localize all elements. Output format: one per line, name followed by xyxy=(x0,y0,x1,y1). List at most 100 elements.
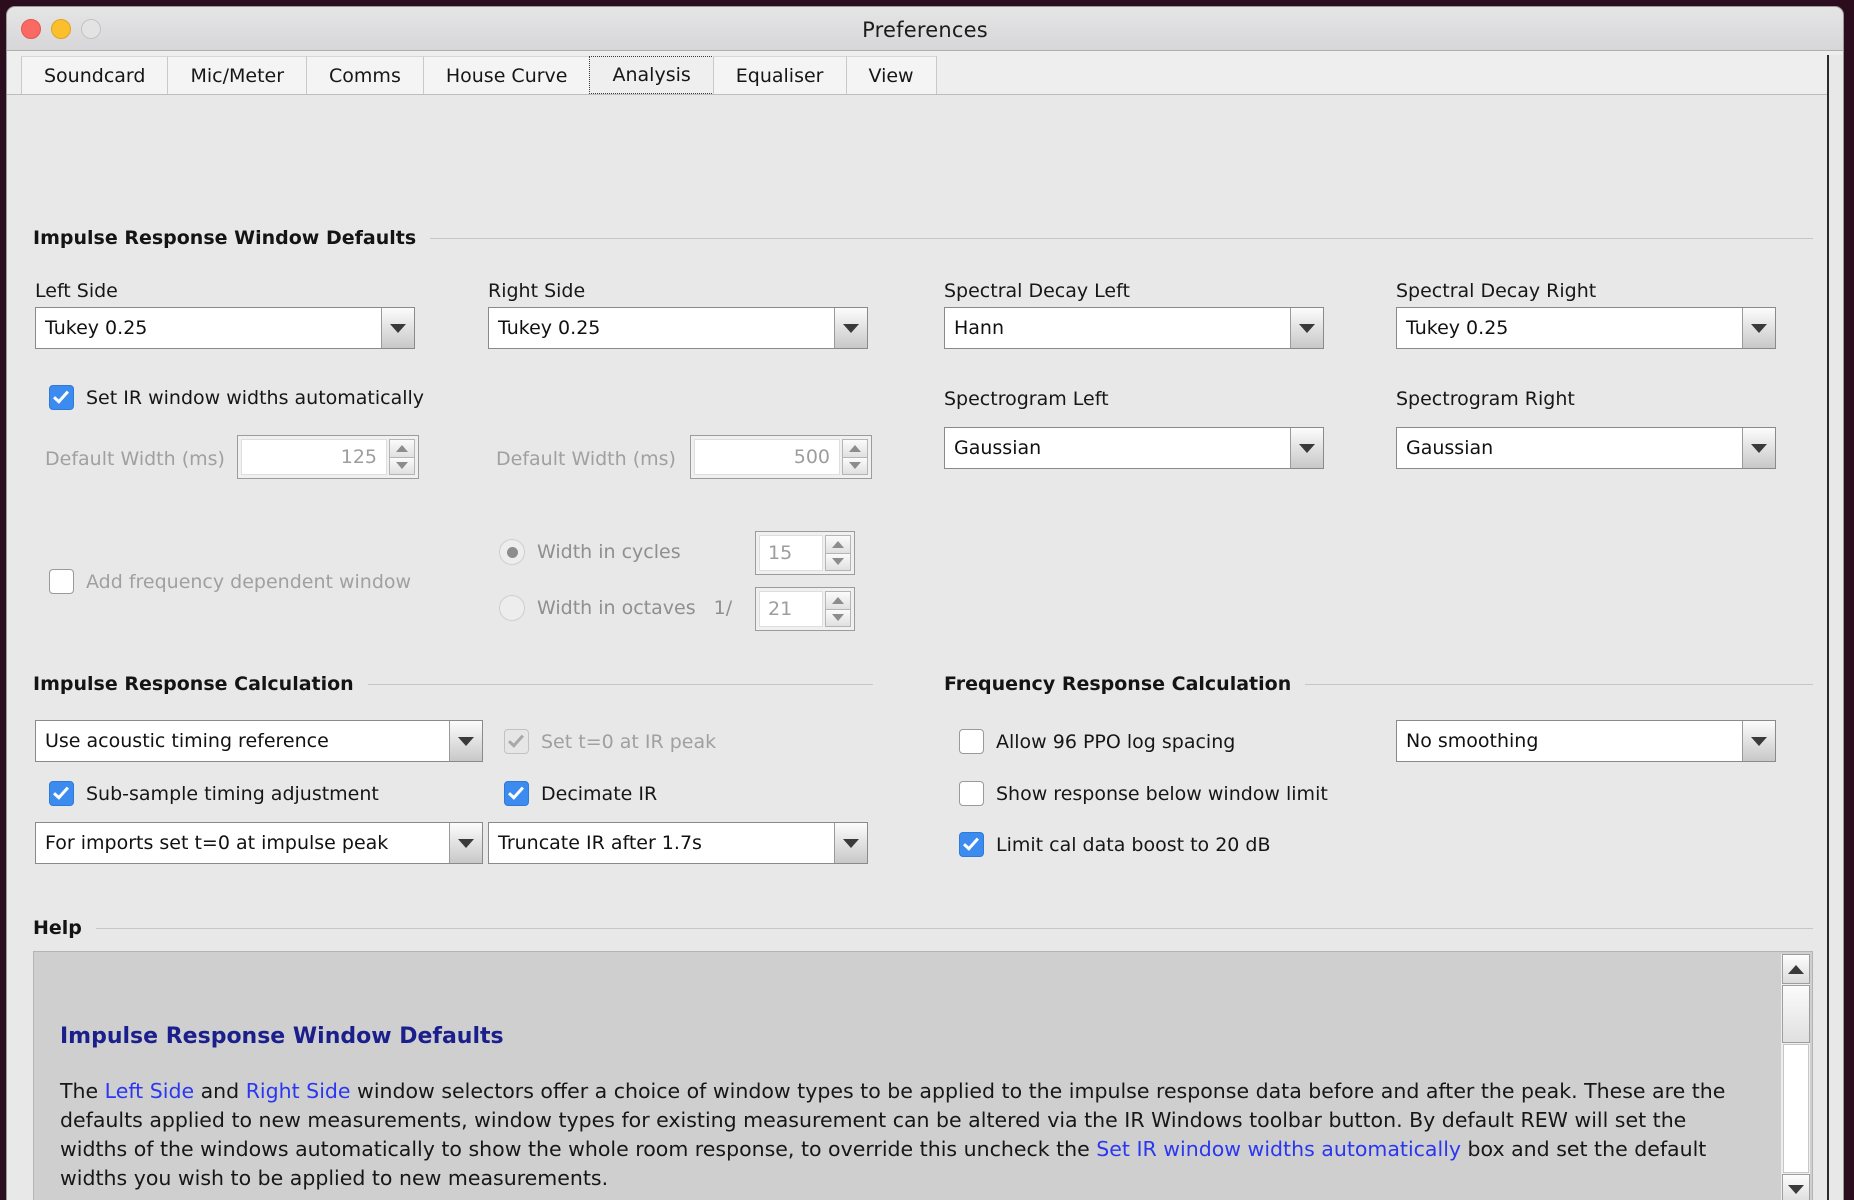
label-spectrogram-right: Spectrogram Right xyxy=(1396,388,1575,410)
radio-label: Width in octaves xyxy=(537,597,696,619)
chevron-down-icon[interactable] xyxy=(1290,308,1323,348)
section-ir-window-defaults: Impulse Response Window Defaults xyxy=(33,227,1813,249)
allow-96-ppo-checkbox[interactable]: Allow 96 PPO log spacing xyxy=(959,729,1235,754)
spectral-decay-right-value: Tukey 0.25 xyxy=(1397,317,1742,339)
stepper-down-icon[interactable] xyxy=(825,609,851,628)
help-link-right-side[interactable]: Right Side xyxy=(246,1079,351,1103)
stepper-buttons[interactable] xyxy=(825,591,851,627)
scrollbar-thumb[interactable] xyxy=(1782,985,1810,1043)
checkbox-unchecked-icon xyxy=(959,729,984,754)
set-ir-window-widths-automatically-checkbox[interactable]: Set IR window widths automatically xyxy=(49,385,424,410)
right-default-width-stepper[interactable]: 500 xyxy=(690,435,872,479)
section-ir-calculation: Impulse Response Calculation xyxy=(33,673,873,695)
divider xyxy=(368,684,873,685)
width-in-cycles-value[interactable]: 15 xyxy=(759,535,823,571)
stepper-buttons[interactable] xyxy=(389,439,415,475)
chevron-down-icon[interactable] xyxy=(1290,428,1323,468)
left-default-width-value[interactable]: 125 xyxy=(241,439,387,475)
stepper-buttons[interactable] xyxy=(825,535,851,571)
imports-t0-value: For imports set t=0 at impulse peak xyxy=(36,832,449,854)
checkbox-checked-disabled-icon xyxy=(504,729,529,754)
chevron-down-icon[interactable] xyxy=(381,308,414,348)
checkbox-label: Set IR window widths automatically xyxy=(86,387,424,409)
checkbox-label: Allow 96 PPO log spacing xyxy=(996,731,1235,753)
title-bar: Preferences xyxy=(7,7,1843,51)
limit-cal-data-boost-checkbox[interactable]: Limit cal data boost to 20 dB xyxy=(959,832,1271,857)
tab-equaliser[interactable]: Equaliser xyxy=(713,56,847,94)
help-link-left-side[interactable]: Left Side xyxy=(105,1079,194,1103)
chevron-down-icon[interactable] xyxy=(449,823,482,863)
chevron-down-icon[interactable] xyxy=(449,721,482,761)
stepper-down-icon[interactable] xyxy=(825,553,851,572)
preferences-window: Preferences Soundcard Mic/Meter Comms Ho… xyxy=(6,6,1844,1200)
width-in-cycles-radio[interactable]: Width in cycles xyxy=(499,539,681,565)
checkbox-label: Limit cal data boost to 20 dB xyxy=(996,834,1271,856)
show-response-below-window-limit-checkbox[interactable]: Show response below window limit xyxy=(959,781,1328,806)
spectrogram-left-combo[interactable]: Gaussian xyxy=(944,427,1324,469)
width-in-octaves-stepper[interactable]: 21 xyxy=(755,587,855,631)
width-in-octaves-value[interactable]: 21 xyxy=(759,591,823,627)
section-help: Help xyxy=(33,917,1813,939)
spectral-decay-left-combo[interactable]: Hann xyxy=(944,307,1324,349)
truncate-ir-value: Truncate IR after 1.7s xyxy=(489,832,834,854)
left-side-window-combo[interactable]: Tukey 0.25 xyxy=(35,307,415,349)
decimate-ir-checkbox[interactable]: Decimate IR xyxy=(504,781,657,806)
truncate-ir-combo[interactable]: Truncate IR after 1.7s xyxy=(488,822,868,864)
chevron-down-icon[interactable] xyxy=(1742,721,1775,761)
help-panel: Impulse Response Window Defaults The Lef… xyxy=(33,951,1813,1200)
tab-analysis[interactable]: Analysis xyxy=(589,56,713,94)
divider xyxy=(430,238,1813,239)
timing-reference-value: Use acoustic timing reference xyxy=(36,730,449,752)
tab-soundcard[interactable]: Soundcard xyxy=(21,56,168,94)
timing-reference-combo[interactable]: Use acoustic timing reference xyxy=(35,720,483,762)
width-in-octaves-radio[interactable]: Width in octaves 1/ xyxy=(499,595,732,621)
tab-comms[interactable]: Comms xyxy=(306,56,424,94)
smoothing-value: No smoothing xyxy=(1397,730,1742,752)
checkbox-label: Set t=0 at IR peak xyxy=(541,731,716,753)
stepper-down-icon[interactable] xyxy=(842,457,868,476)
add-frequency-dependent-window-checkbox[interactable]: Add frequency dependent window xyxy=(49,569,411,594)
chevron-down-icon[interactable] xyxy=(834,308,867,348)
scrollbar-track[interactable] xyxy=(1783,1044,1809,1173)
stepper-up-icon[interactable] xyxy=(825,591,851,609)
spectral-decay-right-combo[interactable]: Tukey 0.25 xyxy=(1396,307,1776,349)
checkbox-checked-icon xyxy=(959,832,984,857)
smoothing-combo[interactable]: No smoothing xyxy=(1396,720,1776,762)
width-in-cycles-stepper[interactable]: 15 xyxy=(755,531,855,575)
scroll-up-icon[interactable] xyxy=(1782,954,1810,984)
label-right-side: Right Side xyxy=(488,280,585,302)
checkbox-label: Sub-sample timing adjustment xyxy=(86,783,379,805)
section-title: Frequency Response Calculation xyxy=(944,673,1291,695)
divider xyxy=(1305,684,1813,685)
help-link-set-ir-window-widths-automatically[interactable]: Set IR window widths automatically xyxy=(1096,1137,1461,1161)
radio-unselected-icon xyxy=(499,595,525,621)
help-vertical-scrollbar[interactable] xyxy=(1780,954,1810,1200)
chevron-down-icon[interactable] xyxy=(834,823,867,863)
tab-view[interactable]: View xyxy=(846,56,937,94)
left-default-width-stepper[interactable]: 125 xyxy=(237,435,419,479)
help-text: The xyxy=(60,1079,105,1103)
stepper-up-icon[interactable] xyxy=(842,439,868,457)
stepper-buttons[interactable] xyxy=(842,439,868,475)
sub-sample-timing-adjustment-checkbox[interactable]: Sub-sample timing adjustment xyxy=(49,781,379,806)
left-side-window-value: Tukey 0.25 xyxy=(36,317,381,339)
tab-mic-meter[interactable]: Mic/Meter xyxy=(167,56,307,94)
section-title: Help xyxy=(33,917,82,939)
right-side-window-combo[interactable]: Tukey 0.25 xyxy=(488,307,868,349)
chevron-down-icon[interactable] xyxy=(1742,308,1775,348)
stepper-up-icon[interactable] xyxy=(825,535,851,553)
imports-t0-combo[interactable]: For imports set t=0 at impulse peak xyxy=(35,822,483,864)
stepper-up-icon[interactable] xyxy=(389,439,415,457)
stepper-down-icon[interactable] xyxy=(389,457,415,476)
spectrogram-right-combo[interactable]: Gaussian xyxy=(1396,427,1776,469)
section-title: Impulse Response Window Defaults xyxy=(33,227,416,249)
set-t0-at-ir-peak-checkbox: Set t=0 at IR peak xyxy=(504,729,716,754)
tab-house-curve[interactable]: House Curve xyxy=(423,56,591,94)
label-left-default-width: Default Width (ms) xyxy=(45,448,225,470)
scroll-down-icon[interactable] xyxy=(1782,1174,1810,1200)
right-default-width-value[interactable]: 500 xyxy=(694,439,840,475)
octave-fraction-prefix: 1/ xyxy=(714,597,733,619)
chevron-down-icon[interactable] xyxy=(1742,428,1775,468)
checkbox-label: Add frequency dependent window xyxy=(86,571,411,593)
checkbox-label: Decimate IR xyxy=(541,783,657,805)
